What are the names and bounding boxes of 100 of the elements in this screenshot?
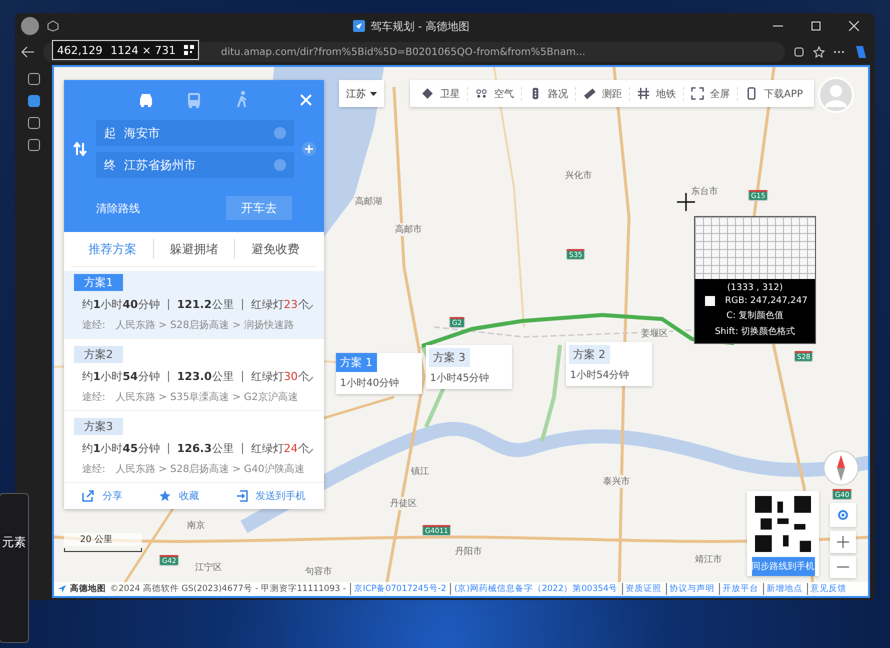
sidebar-tab-icon[interactable] bbox=[28, 139, 40, 151]
marker-title: 方案 3 bbox=[429, 348, 470, 367]
send-icon bbox=[236, 490, 248, 502]
plan-tab[interactable]: 推荐方案 bbox=[72, 239, 154, 259]
crosshair-cursor-icon bbox=[677, 193, 695, 211]
plan-tab[interactable]: 躲避拥堵 bbox=[154, 239, 236, 259]
back-icon[interactable] bbox=[21, 46, 35, 58]
tab-favicon-icon bbox=[352, 20, 365, 32]
sidebar-tab-icon[interactable] bbox=[28, 117, 40, 129]
marker-time: 1小时40分钟 bbox=[339, 376, 400, 391]
favorites-icon[interactable] bbox=[813, 46, 825, 58]
plan-title: 方案1 bbox=[74, 274, 123, 291]
clear-route-link[interactable]: 清除路线 bbox=[96, 200, 140, 216]
extensions-icon[interactable] bbox=[793, 46, 805, 58]
qr-code-icon bbox=[184, 45, 194, 55]
swap-icon[interactable] bbox=[73, 142, 87, 156]
route-plan[interactable]: 方案3 约1小时45分钟 126.3公里 红绿灯24个 途经: 人民东路 > S28启扬高速 > G40沪陕高速 bbox=[64, 415, 324, 483]
via-roads: 人民东路 > S28启扬高速 > 润扬快速路 bbox=[115, 318, 294, 332]
start-tag: 起 bbox=[104, 124, 116, 142]
traffic-tool[interactable]: 路况 bbox=[521, 86, 575, 100]
marker-title: 方案 2 bbox=[569, 345, 610, 364]
color-swatch bbox=[705, 296, 715, 306]
marker-title: 方案 1 bbox=[336, 353, 376, 372]
footer-link[interactable]: 开放平台 bbox=[718, 583, 759, 595]
plan-time: 约1小时40分钟 bbox=[82, 297, 160, 312]
send-link[interactable]: 发送到手机 bbox=[236, 489, 306, 503]
via-label: 途经: bbox=[82, 319, 106, 332]
plan-distance: 123.0公里 bbox=[176, 369, 234, 384]
add-stop-icon[interactable] bbox=[302, 142, 316, 156]
traffic-lights: 红绿灯24个 bbox=[250, 441, 309, 456]
workspace-icon[interactable] bbox=[47, 20, 59, 32]
shortcut-hint: Shift: 切换颜色格式 bbox=[714, 326, 796, 338]
plan-title: 方案3 bbox=[74, 418, 123, 435]
footer-link[interactable]: 意见反馈 bbox=[806, 583, 847, 595]
footer-link[interactable]: 京ICP备07017245号-2 bbox=[350, 583, 446, 595]
via-roads: 人民东路 > S35阜溧高速 > G2京沪高速 bbox=[115, 390, 298, 404]
plan-time: 约1小时45分钟 bbox=[82, 441, 160, 456]
plan-time: 约1小时54分钟 bbox=[82, 369, 160, 384]
marker-time: 1小时45分钟 bbox=[429, 372, 490, 386]
city-dropdown[interactable]: 江苏 bbox=[339, 80, 384, 107]
qr-label: 同步路线到手机 bbox=[752, 557, 814, 576]
traffic-lights: 红绿灯23个 bbox=[250, 297, 309, 312]
favorite-link[interactable]: 收藏 bbox=[158, 489, 199, 503]
footer-link[interactable]: 协议与声明 bbox=[666, 583, 715, 595]
qr-card[interactable]: 同步路线到手机 bbox=[747, 491, 819, 576]
route-marker[interactable]: 方案 1 1小时40分钟 bbox=[336, 353, 422, 394]
route-plan[interactable]: 方案2 约1小时54分钟 123.0公里 红绿灯30个 途经: 人民东路 > S35阜溧高速 > G2京沪高速 bbox=[64, 343, 324, 411]
footer-link[interactable]: 资质证照 bbox=[622, 583, 662, 595]
via-label: 途经: bbox=[82, 463, 106, 476]
compass-icon[interactable] bbox=[822, 449, 860, 487]
sidebar-app-icon[interactable] bbox=[28, 95, 40, 107]
logo-arrow-icon bbox=[58, 585, 66, 593]
place-label: 东台市 bbox=[690, 185, 719, 198]
end-value: 江苏省扬州市 bbox=[124, 156, 197, 174]
place-label: 江宁区 bbox=[194, 561, 223, 574]
satellite-tool[interactable]: 卫星 bbox=[414, 86, 467, 100]
ruler-tool[interactable]: 测距 bbox=[575, 86, 629, 100]
footer-link[interactable]: 新增地点 bbox=[762, 583, 803, 595]
qr-code-icon bbox=[755, 496, 811, 552]
share-link[interactable]: 分享 bbox=[82, 489, 122, 503]
map-logo: 高德地图 bbox=[70, 583, 106, 595]
route-marker[interactable]: 方案 3 1小时45分钟 bbox=[426, 345, 512, 389]
place-label: 高邮湖 bbox=[354, 195, 383, 208]
via-roads: 人民东路 > S28启扬高速 > G40沪陕高速 bbox=[115, 462, 304, 476]
via-label: 途经: bbox=[82, 391, 106, 404]
profile-icon[interactable] bbox=[21, 17, 39, 35]
phone-tool[interactable]: 下载APP bbox=[737, 86, 810, 100]
pixel-coordinates: (1333 , 312) bbox=[727, 283, 783, 293]
locate-button[interactable] bbox=[830, 503, 856, 527]
zoom-out-icon[interactable] bbox=[830, 556, 856, 578]
place-label: 南京 bbox=[186, 519, 206, 532]
route-plan[interactable]: 方案1 约1小时40分钟 121.2公里 红绿灯23个 途经: 人民东路 > S28启扬高速 > 润扬快速路 bbox=[64, 271, 324, 339]
rgb-value: RGB: 247,247,247 bbox=[725, 296, 808, 306]
panel-text: 元素 bbox=[2, 534, 26, 551]
place-label: 镇江 bbox=[410, 465, 430, 478]
place-label: 姜堰区 bbox=[640, 327, 669, 340]
rail-icon bbox=[637, 87, 650, 100]
start-field[interactable]: 起 海安市 bbox=[96, 120, 294, 146]
star-icon bbox=[158, 490, 171, 502]
plan-title: 方案2 bbox=[74, 346, 123, 363]
end-field[interactable]: 终 江苏省扬州市 bbox=[96, 152, 294, 178]
plan-tab[interactable]: 避免收费 bbox=[235, 239, 316, 259]
dots-icon bbox=[475, 87, 488, 100]
plan-distance: 121.2公里 bbox=[176, 297, 234, 312]
caret-icon bbox=[370, 92, 377, 96]
route-marker[interactable]: 方案 2 1小时54分钟 bbox=[566, 342, 652, 386]
zoom-in-icon[interactable] bbox=[830, 531, 856, 553]
fullscreen-tool[interactable]: 全屏 bbox=[683, 86, 737, 100]
subway-tool[interactable]: 地铁 bbox=[629, 86, 683, 100]
copyright-text: ©2024 高德软件 GS(2023)4677号 - 甲测资字11111093 - bbox=[110, 583, 346, 595]
place-label: 高邮市 bbox=[394, 223, 423, 236]
sidebar-tab-icon[interactable] bbox=[28, 73, 40, 85]
footer-link[interactable]: (京)网药械信息备字（2022）第00354号 bbox=[450, 583, 618, 595]
place-label: 兴化市 bbox=[564, 169, 593, 182]
share-icon bbox=[82, 490, 94, 502]
target-icon bbox=[836, 508, 850, 522]
end-tag: 终 bbox=[104, 156, 116, 174]
cursor-position: 462,129 bbox=[57, 44, 102, 56]
air-tool[interactable]: 空气 bbox=[467, 86, 521, 100]
plan-distance: 126.3公里 bbox=[176, 441, 234, 456]
